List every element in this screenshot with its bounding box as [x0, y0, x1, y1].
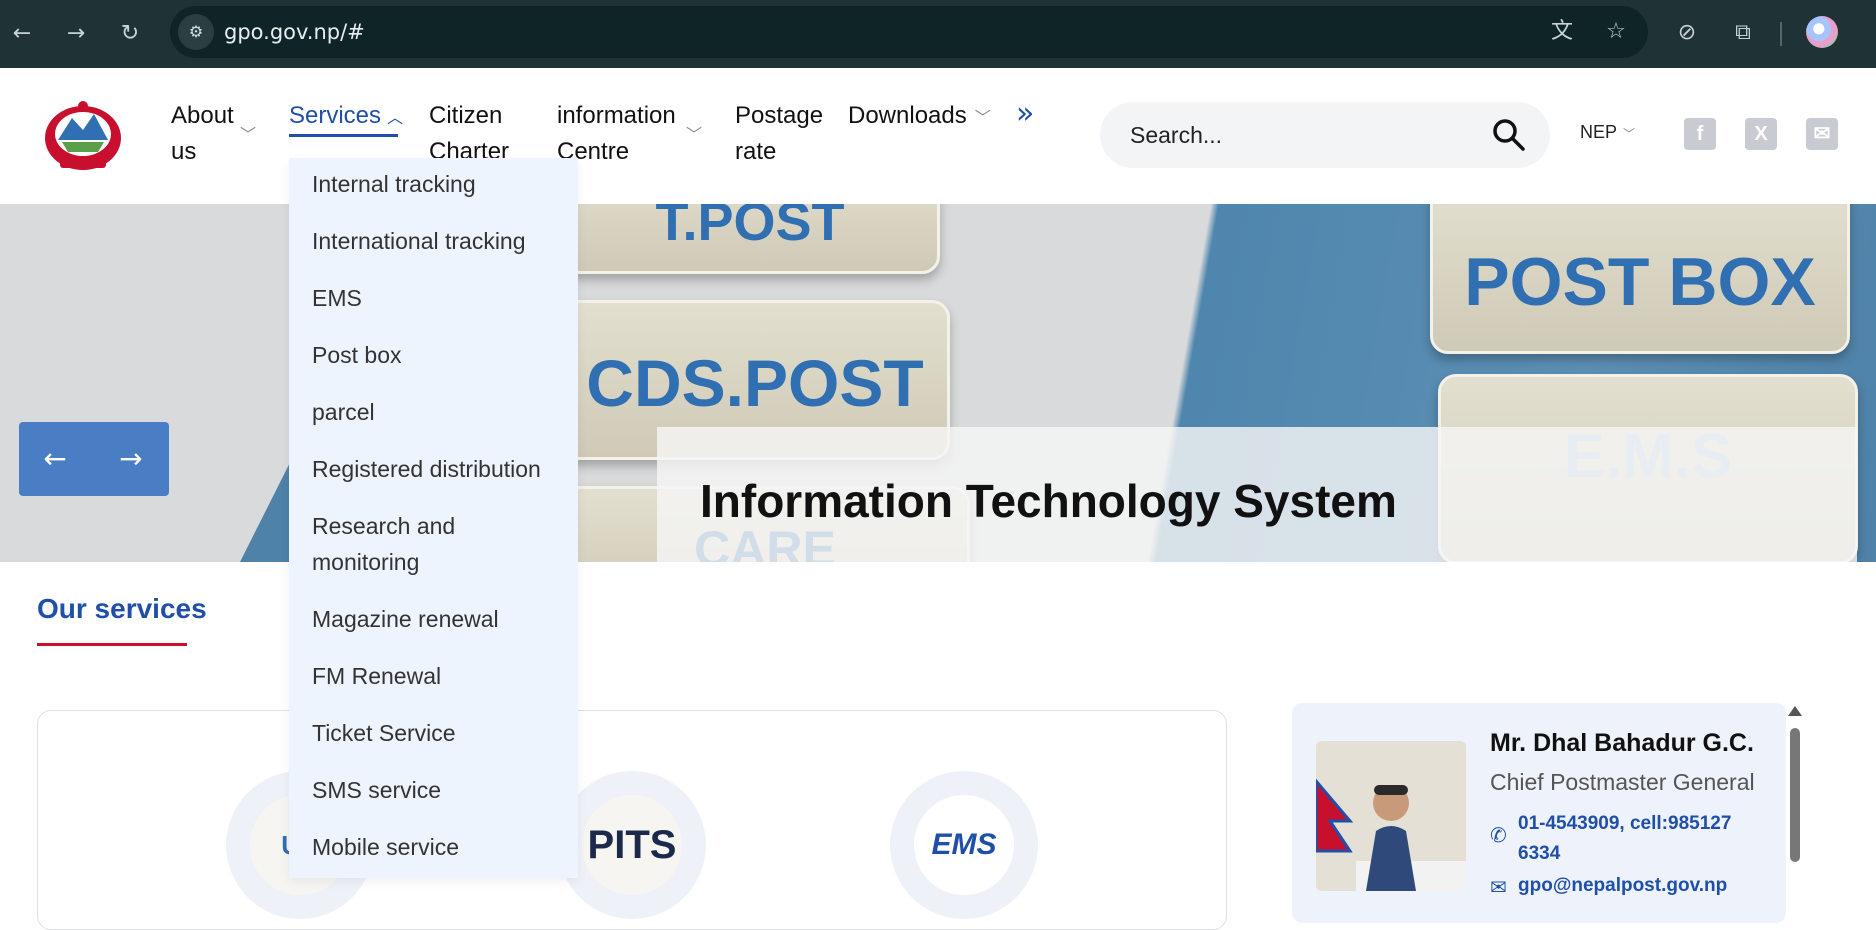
language-select[interactable]: NEP ﹀ [1580, 122, 1635, 143]
hero-key-tpost: T.POST [560, 204, 940, 274]
menu-item-parcel[interactable]: parcel [312, 394, 572, 430]
menu-item-fm-renewal[interactable]: FM Renewal [312, 658, 572, 694]
extensions-puzzle-icon[interactable]: ⧉ [1726, 16, 1760, 50]
mail-icon[interactable]: ✉ [1806, 118, 1838, 150]
hero-next-arrow-icon[interactable]: → [111, 440, 151, 478]
search-input[interactable] [1130, 118, 1470, 152]
translate-icon[interactable]: 文 [1548, 18, 1576, 46]
services-card: UN PITS EMS [37, 710, 1227, 930]
services-dropdown-menu: Internal tracking International tracking… [289, 158, 578, 878]
hero-slider-controls: ← → [19, 422, 169, 496]
pits-logo-text: PITS [582, 795, 682, 895]
nav-citizen-label: Citizen Charter [429, 102, 510, 165]
menu-item-international-tracking[interactable]: International tracking [312, 223, 572, 259]
nav-postage-label: Postage rate [735, 102, 824, 165]
profile-avatar[interactable] [1806, 16, 1838, 48]
menu-item-post-box[interactable]: Post box [312, 337, 572, 373]
service-pits-logo[interactable]: PITS [558, 771, 706, 919]
hero-caption: Information Technology System [700, 475, 1397, 527]
nav-downloads[interactable]: Downloads ﹀ [848, 98, 991, 137]
extension-icon[interactable]: ⊘ [1670, 16, 1704, 50]
nav-services-label: Services [289, 102, 382, 129]
our-services-underline [37, 643, 187, 646]
menu-item-ems[interactable]: EMS [312, 280, 572, 316]
officer-profile-card: Mr. Dhal Bahadur G.C. Chief Postmaster G… [1292, 703, 1786, 923]
our-services-heading: Our services [37, 593, 207, 624]
site-settings-icon[interactable]: ⚙ [178, 14, 214, 50]
nav-services[interactable]: Services ︿ [289, 98, 403, 137]
officer-phone[interactable]: 01-4543909, cell:9851276334 [1518, 809, 1738, 869]
nav-postage-rate[interactable]: Postage rate [735, 98, 835, 170]
officer-photo [1316, 741, 1466, 891]
reload-icon[interactable]: ↻ [112, 16, 148, 52]
nepal-emblem-logo[interactable] [40, 98, 126, 174]
ems-logo-text: EMS [914, 795, 1014, 895]
scroll-thumb[interactable] [1790, 728, 1800, 862]
nav-more-double-chevron-icon[interactable]: » [1016, 96, 1034, 131]
hero-key-post-box: POST BOX [1430, 204, 1850, 354]
officer-name: Mr. Dhal Bahadur G.C. [1490, 729, 1754, 757]
browser-toolbar: ← → ↻ ⚙ gpo.gov.np/# 文 ☆ ⊘ ⧉ [0, 0, 1876, 68]
nav-downloads-label: Downloads [848, 102, 967, 129]
language-value: NEP [1580, 122, 1618, 142]
menu-item-research-monitoring[interactable]: Research and monitoring [312, 508, 482, 580]
language-chevron-down-icon: ﹀ [1623, 127, 1636, 141]
nav-information-label: information Centre [557, 102, 676, 165]
facebook-icon[interactable]: f [1684, 118, 1716, 150]
nav-information-centre[interactable]: information Centre [557, 98, 697, 170]
menu-item-registered-distribution[interactable]: Registered distribution [312, 451, 572, 487]
menu-item-internal-tracking[interactable]: Internal tracking [312, 166, 572, 202]
nav-about-label: About us [171, 102, 234, 165]
back-icon[interactable]: ← [4, 16, 40, 52]
services-active-underline [289, 134, 398, 137]
menu-item-ticket-service[interactable]: Ticket Service [312, 715, 572, 751]
menu-item-mobile-service[interactable]: Mobile service [312, 829, 572, 865]
scroll-up-arrow-icon[interactable] [1788, 706, 1802, 716]
officer-role: Chief Postmaster General [1490, 769, 1755, 795]
toolbar-divider [1780, 22, 1782, 46]
search-icon[interactable] [1490, 116, 1528, 154]
phone-icon: ✆ [1490, 823, 1507, 847]
officer-email[interactable]: gpo@nepalpost.gov.np [1518, 875, 1727, 897]
menu-item-magazine-renewal[interactable]: Magazine renewal [312, 601, 572, 637]
hero-prev-arrow-icon[interactable]: ← [35, 440, 75, 478]
email-icon: ✉ [1490, 875, 1507, 899]
services-chevron-up-icon: ︿ [387, 110, 404, 127]
url-text[interactable]: gpo.gov.np/# [224, 20, 365, 44]
officer-portrait-image [1316, 741, 1466, 891]
x-twitter-icon[interactable]: X [1745, 118, 1777, 150]
forward-icon[interactable]: → [58, 16, 94, 52]
bookmark-star-icon[interactable]: ☆ [1602, 18, 1630, 46]
service-ems-logo[interactable]: EMS [890, 771, 1038, 919]
profile-scrollbar[interactable] [1788, 706, 1802, 906]
search-box [1100, 102, 1550, 168]
menu-item-sms-service[interactable]: SMS service [312, 772, 572, 808]
downloads-chevron-down-icon: ﹀ [974, 110, 991, 127]
about-chevron-down-icon: ﹀ [240, 127, 257, 144]
information-chevron-down-icon: ﹀ [686, 127, 703, 144]
address-bar[interactable]: ⚙ gpo.gov.np/# 文 ☆ [170, 6, 1648, 58]
